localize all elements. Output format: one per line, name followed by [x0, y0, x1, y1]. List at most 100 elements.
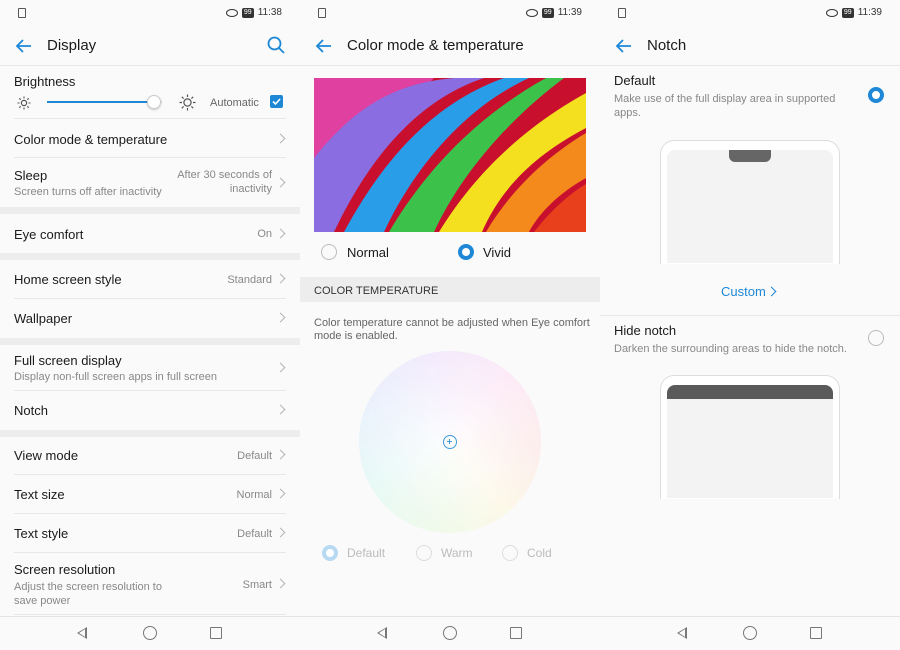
display-screen: 99 11:38 Display Brightness Automatic Co… [0, 0, 300, 650]
chevron-right-icon [275, 488, 286, 499]
row-subtitle: Display non-full screen apps in full scr… [14, 371, 217, 383]
app-bar: Display [0, 26, 300, 66]
row-value: After 30 seconds of inactivity [177, 169, 272, 195]
nav-back-icon[interactable] [77, 627, 87, 639]
sim-icon [18, 8, 26, 18]
page-title: Notch [647, 37, 687, 54]
row-full-screen-display[interactable]: Full screen display Display non-full scr… [14, 345, 286, 391]
section-gap [0, 253, 300, 260]
chevron-right-icon [275, 362, 286, 373]
temp-default-radio[interactable] [322, 545, 338, 561]
row-value: Smart [242, 579, 272, 591]
row-title: Wallpaper [14, 311, 73, 326]
row-notch[interactable]: Notch [14, 391, 286, 430]
brightness-low-icon [17, 96, 31, 110]
row-sleep[interactable]: Sleep Screen turns off after inactivity … [14, 158, 286, 207]
crosshair-v [449, 439, 450, 444]
row-title: Home screen style [14, 272, 122, 287]
app-bar: Color mode & temperature [300, 26, 600, 66]
phone-screen [667, 150, 833, 263]
nav-home-icon[interactable] [443, 626, 457, 640]
status-time: 11:39 [857, 7, 882, 18]
hide-notch-radio[interactable] [868, 330, 884, 346]
dark-status-strip [667, 385, 833, 399]
custom-row[interactable]: Custom [600, 264, 900, 316]
row-view-mode[interactable]: View mode Default [14, 437, 286, 475]
chevron-right-icon [275, 177, 286, 188]
custom-link[interactable]: Custom [721, 284, 766, 299]
notch-shape [729, 150, 771, 162]
navigation-bar [0, 616, 300, 650]
row-wallpaper[interactable]: Wallpaper [14, 299, 286, 338]
row-title: Eye comfort [14, 227, 84, 242]
app-bar: Notch [600, 26, 900, 66]
chevron-right-icon [275, 449, 286, 460]
row-value: Default [237, 450, 272, 462]
wheel-handle[interactable] [443, 435, 457, 449]
back-arrow-icon[interactable] [614, 36, 634, 56]
search-icon[interactable] [266, 35, 286, 55]
temp-warm-label: Warm [441, 546, 473, 560]
temp-default-label: Default [347, 546, 386, 560]
row-color-mode[interactable]: Color mode & temperature [14, 119, 286, 158]
section-gap [0, 338, 300, 345]
color-mode-screen: 99 11:39 Color mode & temperature Normal… [300, 0, 600, 650]
color-temperature-wheel[interactable] [359, 351, 541, 533]
disabled-note: Color temperature cannot be adjusted whe… [314, 317, 590, 342]
notch-screen: 99 11:39 Notch Default Make use of the f… [600, 0, 900, 650]
temp-cold-label: Cold [527, 546, 552, 560]
row-screen-resolution[interactable]: Screen resolution Adjust the screen reso… [14, 553, 286, 615]
status-time: 11:38 [257, 7, 282, 18]
sim-icon [318, 8, 326, 18]
nav-back-icon[interactable] [377, 627, 387, 639]
row-subtitle: Adjust the screen resolution to save pow… [14, 581, 162, 607]
vivid-radio[interactable] [458, 244, 474, 260]
status-time: 11:39 [557, 7, 582, 18]
battery-icon: 99 [241, 7, 254, 18]
status-bar: 99 11:39 [300, 0, 600, 26]
hide-notch-title: Hide notch [614, 323, 677, 338]
navigation-bar [600, 616, 900, 650]
vivid-label: Vivid [483, 245, 511, 260]
row-value: On [257, 228, 272, 240]
temp-cold-radio[interactable] [502, 545, 518, 561]
temp-warm-radio[interactable] [416, 545, 432, 561]
automatic-checkbox[interactable] [270, 95, 283, 108]
row-text-style[interactable]: Text style Default [14, 514, 286, 553]
row-eye-comfort[interactable]: Eye comfort On [14, 214, 286, 253]
phone-notch-illustration [660, 140, 840, 264]
row-home-screen-style[interactable]: Home screen style Standard [14, 260, 286, 299]
nav-recents-icon[interactable] [210, 627, 222, 639]
battery-icon: 99 [841, 7, 854, 18]
chevron-right-icon [275, 273, 286, 284]
chevron-right-icon [275, 404, 286, 415]
back-arrow-icon[interactable] [14, 36, 34, 56]
nav-recents-icon[interactable] [810, 627, 822, 639]
nav-home-icon[interactable] [743, 626, 757, 640]
eye-comfort-icon [825, 8, 838, 17]
row-value: Normal [236, 489, 272, 501]
normal-radio[interactable] [321, 244, 337, 260]
eye-comfort-icon [225, 8, 238, 17]
page-title: Color mode & temperature [347, 37, 524, 54]
status-bar: 99 11:39 [600, 0, 900, 26]
section-gap [0, 207, 300, 214]
back-arrow-icon[interactable] [314, 36, 334, 56]
brightness-high-icon [179, 94, 196, 111]
row-title: Full screen display [14, 353, 122, 368]
chevron-right-icon [275, 312, 286, 323]
chevron-right-icon [275, 133, 286, 144]
sim-icon [618, 8, 626, 18]
row-text-size[interactable]: Text size Normal [14, 475, 286, 514]
nav-back-icon[interactable] [677, 627, 687, 639]
row-title: Screen resolution [14, 562, 116, 577]
phone-screen [667, 385, 833, 498]
nav-recents-icon[interactable] [510, 627, 522, 639]
brightness-slider-thumb[interactable] [146, 95, 161, 109]
battery-icon: 99 [541, 7, 554, 18]
brightness-slider[interactable] [47, 95, 162, 109]
row-title: Color mode & temperature [14, 132, 168, 147]
nav-home-icon[interactable] [143, 626, 157, 640]
section-header-text: COLOR TEMPERATURE [314, 285, 439, 297]
default-radio[interactable] [868, 87, 884, 103]
